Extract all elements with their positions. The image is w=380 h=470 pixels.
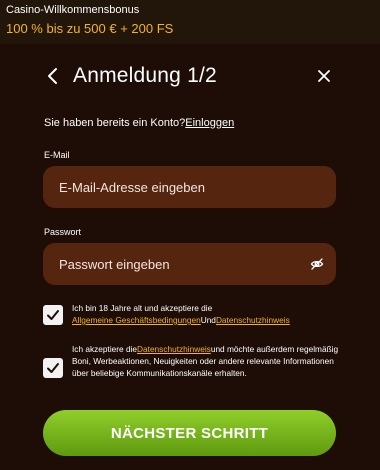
bonus-title: Casino-Willkommensbonus: [6, 4, 140, 16]
back-arrow-icon[interactable]: [46, 66, 60, 86]
email-label: E-Mail: [44, 150, 70, 160]
password-label: Passwort: [44, 227, 82, 237]
checkmark-icon: [47, 363, 59, 373]
marketing-text-before: Ich akzeptiere die: [72, 344, 138, 354]
checkmark-icon: [47, 310, 59, 320]
bonus-banner[interactable]: Casino-Willkommensbonus 100 % bis zu 500…: [0, 0, 380, 44]
close-icon[interactable]: [317, 69, 331, 83]
modal-title: Anmeldung 1/2: [73, 64, 217, 87]
terms-link[interactable]: Allgemeine Geschäftsbedingungen: [72, 315, 201, 325]
next-step-button[interactable]: NÄCHSTER SCHRITT: [43, 410, 336, 456]
bonus-offer: 100 % bis zu 500 € + 200 FS: [6, 21, 174, 36]
eye-off-icon[interactable]: [310, 257, 324, 271]
marketing-consent-text: Ich akzeptiere dieDatenschutzhinweisund …: [72, 343, 342, 379]
terms-checkbox[interactable]: [43, 305, 63, 325]
email-input[interactable]: [43, 166, 336, 208]
marketing-checkbox[interactable]: [43, 358, 63, 378]
password-input[interactable]: [43, 243, 336, 285]
account-question-text: Sie haben bereits ein Konto?: [44, 117, 186, 129]
login-link[interactable]: Einloggen: [185, 117, 234, 129]
privacy-link[interactable]: Datenschutzhinweis: [216, 315, 290, 325]
account-question: Sie haben bereits ein Konto?Einloggen: [44, 117, 234, 129]
marketing-privacy-link[interactable]: Datenschutzhinweis: [137, 344, 211, 354]
terms-text: Ich bin 18 Jahre alt und akzeptiere die: [72, 303, 213, 313]
terms-and-text: Und: [200, 315, 216, 325]
terms-consent-text: Ich bin 18 Jahre alt und akzeptiere die …: [72, 302, 342, 326]
